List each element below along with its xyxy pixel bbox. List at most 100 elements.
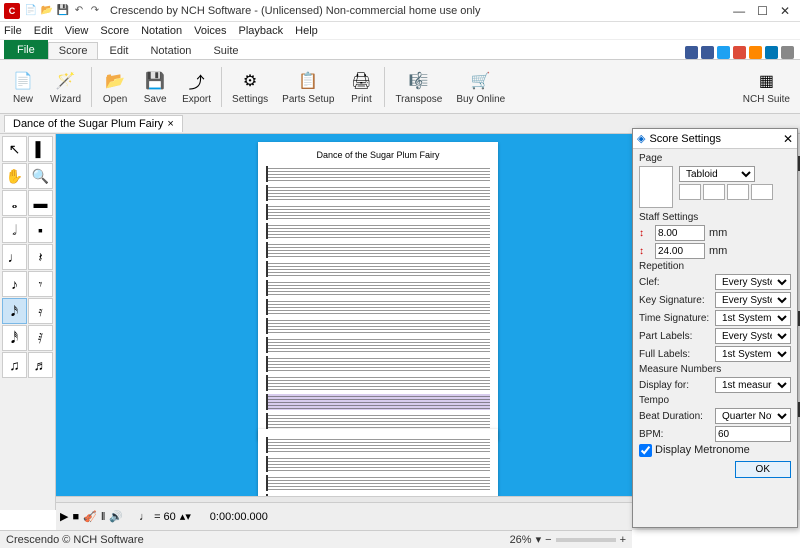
cursor-tool[interactable]: ↖ <box>2 136 27 162</box>
page-preview-icon <box>639 166 673 208</box>
dialog-title-bar[interactable]: ◈ Score Settings ✕ <box>633 129 797 149</box>
thumbsup-icon[interactable] <box>685 46 698 59</box>
key-sig-select[interactable]: Every System <box>715 292 791 308</box>
rss-icon[interactable] <box>749 46 762 59</box>
bpm-input[interactable] <box>715 426 791 442</box>
paper-size-select[interactable]: Tabloid <box>679 166 755 182</box>
zoom-out-button[interactable]: − <box>545 534 551 546</box>
transpose-button[interactable]: 🎼Transpose <box>389 67 448 107</box>
orientation-opt4[interactable] <box>751 184 773 200</box>
beam-tool[interactable]: ♫ <box>2 352 27 378</box>
twitter-icon[interactable] <box>717 46 730 59</box>
thirtysecond-note-tool[interactable]: 𝅘𝅥𝅰 <box>2 325 27 351</box>
play-button[interactable]: ▶ <box>60 510 68 523</box>
qat-open-icon[interactable]: 📂 <box>40 4 54 18</box>
volume-button[interactable]: 🔊 <box>109 510 123 523</box>
nch-suite-button[interactable]: ▦NCH Suite <box>737 67 796 107</box>
sixteenth-rest-tool[interactable]: 𝄿 <box>28 298 53 324</box>
staff-spacing-b-input[interactable] <box>655 243 705 259</box>
help-icon[interactable] <box>781 46 794 59</box>
minimize-button[interactable]: — <box>733 4 745 18</box>
tab-edit[interactable]: Edit <box>98 42 139 59</box>
eighth-rest-tool[interactable]: 𝄾 <box>28 271 53 297</box>
menu-file[interactable]: File <box>4 25 22 37</box>
score-canvas[interactable]: Dance of the Sugar Plum Fairy <box>56 134 700 510</box>
part-labels-select[interactable]: Every System <box>715 328 791 344</box>
zoom-slider[interactable] <box>556 538 616 542</box>
thirtysecond-rest-tool[interactable]: 𝅀 <box>28 325 53 351</box>
barline-tool[interactable]: ▌ <box>28 136 53 162</box>
open-button[interactable]: 📂Open <box>96 67 134 107</box>
menu-voices[interactable]: Voices <box>194 25 226 37</box>
menu-edit[interactable]: Edit <box>34 25 53 37</box>
menu-score[interactable]: Score <box>100 25 129 37</box>
qat-save-icon[interactable]: 💾 <box>56 4 70 18</box>
save-icon: 💾 <box>143 69 167 93</box>
full-labels-select[interactable]: 1st System Only <box>715 346 791 362</box>
tab-suite[interactable]: Suite <box>202 42 249 59</box>
sixteenth-note-tool[interactable]: 𝅘𝅥𝅯 <box>2 298 27 324</box>
whole-note-tool[interactable]: 𝅝 <box>2 190 27 216</box>
timecode-display: 0:00:00.000 <box>210 511 268 523</box>
parts-setup-button[interactable]: 📋Parts Setup <box>276 67 340 107</box>
qat-new-icon[interactable]: 📄 <box>24 4 38 18</box>
triplet-tool[interactable]: ♬ <box>28 352 53 378</box>
metronome-checkbox[interactable] <box>639 444 652 457</box>
menu-view[interactable]: View <box>65 25 89 37</box>
tempo-stepper[interactable]: ▴▾ <box>180 510 194 523</box>
settings-button[interactable]: ⚙Settings <box>226 67 274 107</box>
whole-rest-tool[interactable]: ▬ <box>28 190 53 216</box>
buy-online-button[interactable]: 🛒Buy Online <box>450 67 511 107</box>
staff-arrow-icon: ↕ <box>639 246 651 257</box>
close-button[interactable]: ✕ <box>780 4 790 18</box>
orientation-portrait[interactable] <box>679 184 701 200</box>
title-bar: C 📄 📂 💾 ↶ ↷ Crescendo by NCH Software - … <box>0 0 800 22</box>
facebook-icon[interactable] <box>701 46 714 59</box>
dialog-close-button[interactable]: ✕ <box>783 132 793 146</box>
clef-select[interactable]: Every System <box>715 274 791 290</box>
beat-duration-select[interactable]: Quarter Note <box>715 408 791 424</box>
instrument-button[interactable]: 🎻 <box>83 510 97 523</box>
maximize-button[interactable]: ☐ <box>757 4 768 18</box>
new-button[interactable]: 📄New <box>4 67 42 107</box>
display-for-select[interactable]: 1st measure of line <box>715 377 791 393</box>
save-button[interactable]: 💾Save <box>136 67 174 107</box>
score-settings-dialog: ◈ Score Settings ✕ Page Tabloid Staff Se… <box>632 128 798 528</box>
orientation-landscape[interactable] <box>703 184 725 200</box>
linkedin-icon[interactable] <box>765 46 778 59</box>
time-sig-select[interactable]: 1st System Only <box>715 310 791 326</box>
menu-playback[interactable]: Playback <box>239 25 284 37</box>
quarter-note-tool[interactable]: ♩ <box>2 244 27 270</box>
document-tab-close-icon[interactable]: × <box>167 118 173 130</box>
orientation-opt3[interactable] <box>727 184 749 200</box>
quarter-rest-tool[interactable]: 𝄽 <box>28 244 53 270</box>
half-note-tool[interactable]: 𝅗𝅥 <box>2 217 27 243</box>
eighth-note-tool[interactable]: ♪ <box>2 271 27 297</box>
google-icon[interactable] <box>733 46 746 59</box>
hand-tool[interactable]: ✋ <box>2 163 27 189</box>
document-tab[interactable]: Dance of the Sugar Plum Fairy × <box>4 115 183 132</box>
zoom-in-button[interactable]: + <box>620 534 626 546</box>
staff-settings-label: Staff Settings <box>639 212 791 223</box>
menu-notation[interactable]: Notation <box>141 25 182 37</box>
dialog-icon: ◈ <box>637 132 645 145</box>
export-button[interactable]: ⤴Export <box>176 67 217 107</box>
staff-arrow-icon: ↕ <box>639 228 651 239</box>
zoom-tool[interactable]: 🔍 <box>28 163 53 189</box>
zoom-dropdown-icon[interactable]: ▾ <box>536 533 542 546</box>
stop-button[interactable]: ■ <box>72 511 79 523</box>
tab-score[interactable]: Score <box>48 42 99 59</box>
metronome-checkbox-label[interactable]: Display Metronome <box>639 444 750 456</box>
qat-undo-icon[interactable]: ↶ <box>72 4 86 18</box>
staff-spacing-a-input[interactable] <box>655 225 705 241</box>
wizard-button[interactable]: 🪄Wizard <box>44 67 87 107</box>
qat-redo-icon[interactable]: ↷ <box>88 4 102 18</box>
half-rest-tool[interactable]: ▪ <box>28 217 53 243</box>
repeat-button[interactable]: ‖ <box>101 511 106 523</box>
menu-help[interactable]: Help <box>295 25 318 37</box>
repetition-label: Repetition <box>639 261 791 272</box>
print-button[interactable]: 🖨Print <box>342 67 380 107</box>
ok-button[interactable]: OK <box>735 461 791 478</box>
tab-file[interactable]: File <box>4 40 48 59</box>
tab-notation[interactable]: Notation <box>139 42 202 59</box>
